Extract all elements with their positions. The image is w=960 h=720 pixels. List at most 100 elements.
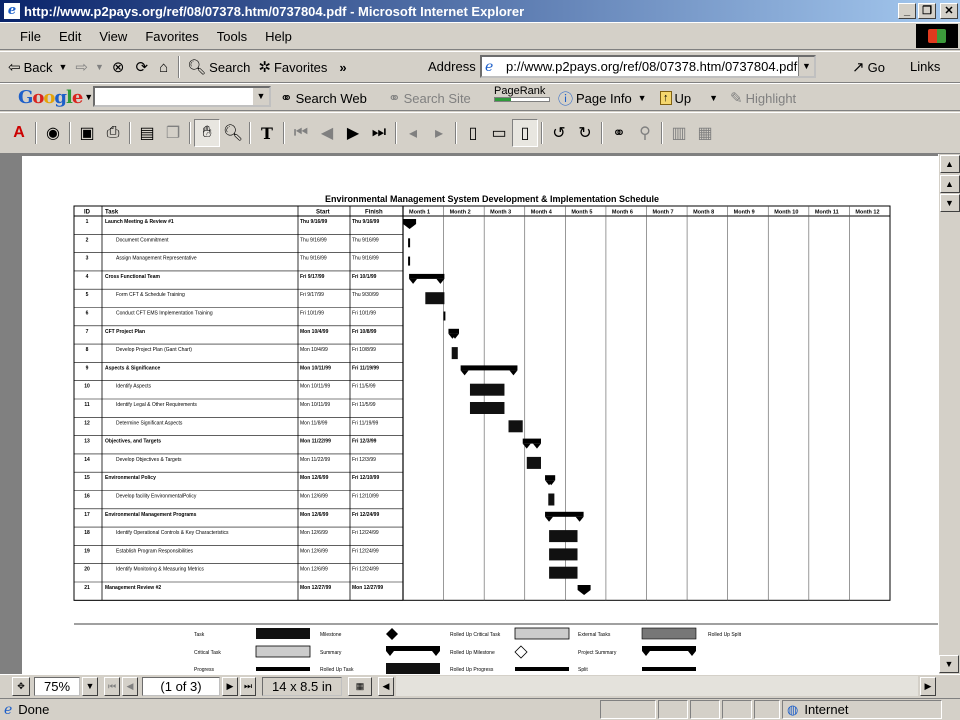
google-search-input[interactable]: ▼	[93, 86, 271, 107]
last-page-icon[interactable]: ⏭︎	[366, 119, 392, 147]
fit-page-icon[interactable]: ▭	[486, 119, 512, 147]
favorites-button[interactable]: ✲ Favorites	[254, 54, 331, 80]
google-logo-button[interactable]: Google ▼	[14, 84, 97, 110]
nav-prev-page-icon[interactable]: ◀	[122, 677, 138, 696]
search-button[interactable]: 🔍︎ Search	[183, 54, 254, 80]
menu-view[interactable]: View	[99, 29, 127, 44]
menu-bar: File Edit View Favorites Tools Help	[0, 22, 960, 50]
search-site-button[interactable]: ⚭ Search Site	[384, 85, 475, 111]
reflow-icon[interactable]: ▥	[666, 119, 692, 147]
hand-tool-icon[interactable]: ✋︎	[194, 119, 220, 147]
legend-label: Rolled Up Split	[708, 632, 742, 638]
maximize-button[interactable]: ❐	[918, 3, 936, 19]
scroll-down-button[interactable]: ▼	[939, 655, 959, 673]
task-bar	[469, 402, 505, 414]
save-icon[interactable]: ▣	[74, 119, 100, 147]
search-web-button[interactable]: ⚭ Search Web	[276, 85, 371, 111]
first-page-icon[interactable]: ⏮︎	[288, 119, 314, 147]
legend-swatch	[386, 646, 440, 651]
page-layout-icon[interactable]: ▦	[348, 677, 372, 696]
zoom-dropdown-icon[interactable]: ▼	[82, 677, 98, 696]
copy-icon[interactable]: ❐	[160, 119, 186, 147]
row-finish-date: Fri 12/3/99	[352, 457, 376, 463]
row-start-date: Thu 9/16/99	[300, 256, 327, 262]
legend-label: Rolled Up Milestone	[450, 650, 495, 656]
forward-button[interactable]: ⇨ ▼	[71, 54, 108, 80]
scroll-right-button[interactable]: ▶	[920, 677, 936, 696]
rotate-right-icon[interactable]: ↻	[572, 119, 598, 147]
print-icon[interactable]: ⎙	[100, 119, 126, 147]
zoom-level-field[interactable]: 75%	[34, 677, 80, 696]
ie-logo-icon: e	[4, 3, 20, 19]
acrobat-logo-icon[interactable]: A	[6, 119, 32, 147]
fit-width-icon[interactable]: ▯	[512, 119, 538, 147]
zoom-tool-icon[interactable]: 🔍︎	[220, 119, 246, 147]
menu-help[interactable]: Help	[265, 29, 292, 44]
row-start-date: Fri 10/1/99	[300, 311, 324, 317]
summary-bar-left-cap	[409, 278, 418, 284]
row-start-date: Mon 12/6/99	[300, 494, 328, 500]
up-button[interactable]: ↑ Up ▼	[656, 85, 722, 111]
page-down-arrow-icon[interactable]: ▼	[939, 194, 960, 212]
previous-page-icon[interactable]: ◀	[314, 119, 340, 147]
row-id: 16	[84, 494, 90, 500]
address-dropdown-icon[interactable]: ▼	[798, 57, 814, 76]
status-page-icon: e	[4, 701, 13, 718]
security-zone: ◍ Internet	[782, 700, 942, 719]
forward-dropdown-icon[interactable]: ▼	[95, 62, 104, 72]
view-info-icon[interactable]: ▦	[692, 119, 718, 147]
menu-tools[interactable]: Tools	[217, 29, 247, 44]
back-button[interactable]: ⇦ Back ▼	[4, 54, 71, 80]
show-navigation-pane-icon[interactable]: ▤	[134, 119, 160, 147]
address-input[interactable]: e p://www.p2pays.org/ref/08/07378.htm/07…	[480, 55, 816, 78]
row-id: 17	[84, 512, 90, 518]
menu-file[interactable]: File	[20, 29, 41, 44]
back-dropdown-icon[interactable]: ▼	[58, 62, 67, 72]
go-button[interactable]: ↗ Go	[848, 54, 889, 80]
page-up-arrow-icon[interactable]: ▲	[939, 175, 960, 193]
next-page-icon[interactable]: ▶	[340, 119, 366, 147]
up-label: Up	[674, 90, 692, 106]
forward-arrow-icon: ⇨	[75, 59, 88, 76]
nav-first-page-icon[interactable]: ⏮︎	[104, 677, 120, 696]
text-select-tool-icon[interactable]: T	[254, 119, 280, 147]
find-icon[interactable]: ⚭	[606, 119, 632, 147]
horizontal-scrollbar[interactable]	[396, 676, 918, 696]
row-id: 20	[84, 567, 90, 573]
globe-icon[interactable]: ◉	[40, 119, 66, 147]
minimize-button[interactable]: _	[898, 3, 916, 19]
row-task-name: Assign Management Representative	[116, 256, 197, 262]
links-button[interactable]: Links	[910, 59, 940, 74]
vertical-scrollbar[interactable]: ▲ ▲ ▼ ▼	[938, 154, 960, 674]
search-document-icon[interactable]: ⚲	[632, 119, 658, 147]
toolbar-overflow-chevron-icon[interactable]: »	[339, 60, 346, 75]
nav-last-page-icon[interactable]: ⏭︎	[240, 677, 256, 696]
row-start-date: Mon 10/11/99	[300, 402, 330, 408]
go-forward-icon[interactable]: ▸	[426, 119, 452, 147]
highlight-button[interactable]: ✎ Highlight	[726, 85, 800, 111]
row-id: 13	[84, 439, 90, 445]
row-finish-date: Fri 11/5/99	[352, 402, 376, 408]
column-header-task: Task	[105, 210, 119, 216]
scroll-up-button[interactable]: ▲	[939, 155, 960, 173]
month-header-label: Month 10	[774, 210, 798, 216]
page-number-field[interactable]: (1 of 3)	[142, 677, 220, 696]
menu-favorites[interactable]: Favorites	[145, 29, 198, 44]
hand-move-icon[interactable]: ✥	[12, 677, 30, 696]
stop-button[interactable]: ⊗	[108, 54, 132, 80]
row-task-name: Document Commitment	[116, 237, 169, 243]
row-finish-date: Fri 12/3/99	[352, 439, 377, 445]
menu-edit[interactable]: Edit	[59, 29, 81, 44]
summary-bar	[545, 475, 556, 481]
nav-next-page-icon[interactable]: ▶	[222, 677, 238, 696]
home-button[interactable]: ⌂	[155, 54, 175, 80]
actual-size-icon[interactable]: ▯	[460, 119, 486, 147]
page-info-button[interactable]: ⓘ Page Info ▼	[554, 85, 651, 111]
rotate-left-icon[interactable]: ↺	[546, 119, 572, 147]
google-search-dropdown-icon[interactable]: ▼	[253, 88, 269, 105]
scroll-left-button[interactable]: ◀	[378, 677, 394, 696]
refresh-button[interactable]: ⟳	[131, 54, 155, 80]
pagerank-indicator[interactable]: PageRank	[494, 85, 550, 102]
go-back-icon[interactable]: ◂	[400, 119, 426, 147]
close-button[interactable]: ✕	[940, 3, 958, 19]
